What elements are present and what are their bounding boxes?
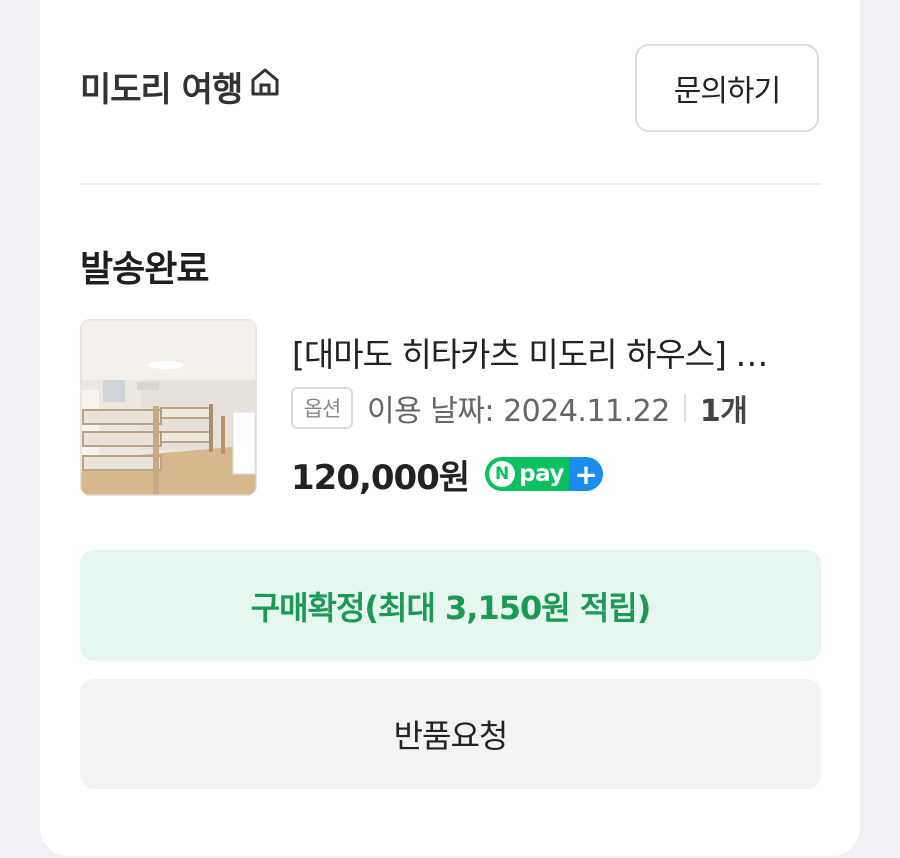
plus-icon: + — [568, 457, 603, 491]
option-tag: 옵션 — [291, 387, 353, 429]
npay-label: pay — [519, 461, 564, 487]
price: 120,000원 — [291, 457, 470, 498]
price-row: 120,000원 N pay + — [291, 448, 603, 500]
order-status: 발송완료 — [80, 249, 209, 290]
product-title[interactable]: [대마도 히타카츠 미도리 하우스] … — [292, 328, 822, 376]
npay-n-icon: N — [489, 461, 516, 487]
use-date: 이용 날짜: 2024.11.22 — [367, 394, 670, 429]
product-thumbnail[interactable] — [80, 319, 257, 496]
separator — [683, 394, 686, 422]
return-request-button[interactable]: 반품요청 — [80, 679, 821, 789]
npay-plus-badge: N pay + — [485, 457, 603, 491]
divider — [80, 183, 821, 185]
home-icon[interactable] — [242, 65, 282, 108]
option-row: 옵션 이용 날짜: 2024.11.22 1개 — [291, 385, 748, 431]
confirm-purchase-button[interactable]: 구매확정(최대 3,150원 적립) — [80, 550, 821, 661]
store-name[interactable]: 미도리 여행 — [80, 62, 243, 111]
store-header[interactable]: 미도리 여행 — [80, 62, 282, 111]
inquiry-button[interactable]: 문의하기 — [635, 44, 819, 132]
quantity: 1개 — [699, 394, 748, 429]
